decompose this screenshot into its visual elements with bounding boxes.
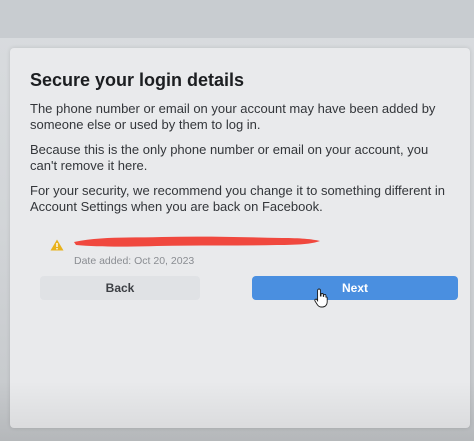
dialog-title: Secure your login details — [30, 70, 245, 90]
dialog-paragraph-2: Because this is the only phone number or… — [30, 142, 429, 173]
dialog-actions: Back Next — [40, 276, 460, 302]
hand-cursor-icon — [314, 288, 328, 308]
dialog-paragraph-3: For your security, we recommend you chan… — [30, 183, 445, 214]
redaction-mark — [74, 236, 320, 247]
next-button[interactable]: Next — [252, 276, 458, 300]
dialog-paragraph-1: The phone number or email on your accoun… — [30, 101, 436, 132]
page-top-bar — [0, 0, 474, 38]
contact-row: Date added: Oct 20, 2023 — [30, 231, 454, 273]
back-button[interactable]: Back — [40, 276, 200, 300]
date-added-label: Date added: Oct 20, 2023 — [74, 255, 195, 267]
warning-icon — [50, 239, 64, 251]
screen: Secure your login details The phone numb… — [0, 0, 474, 441]
secure-login-dialog: Secure your login details The phone numb… — [10, 48, 470, 428]
